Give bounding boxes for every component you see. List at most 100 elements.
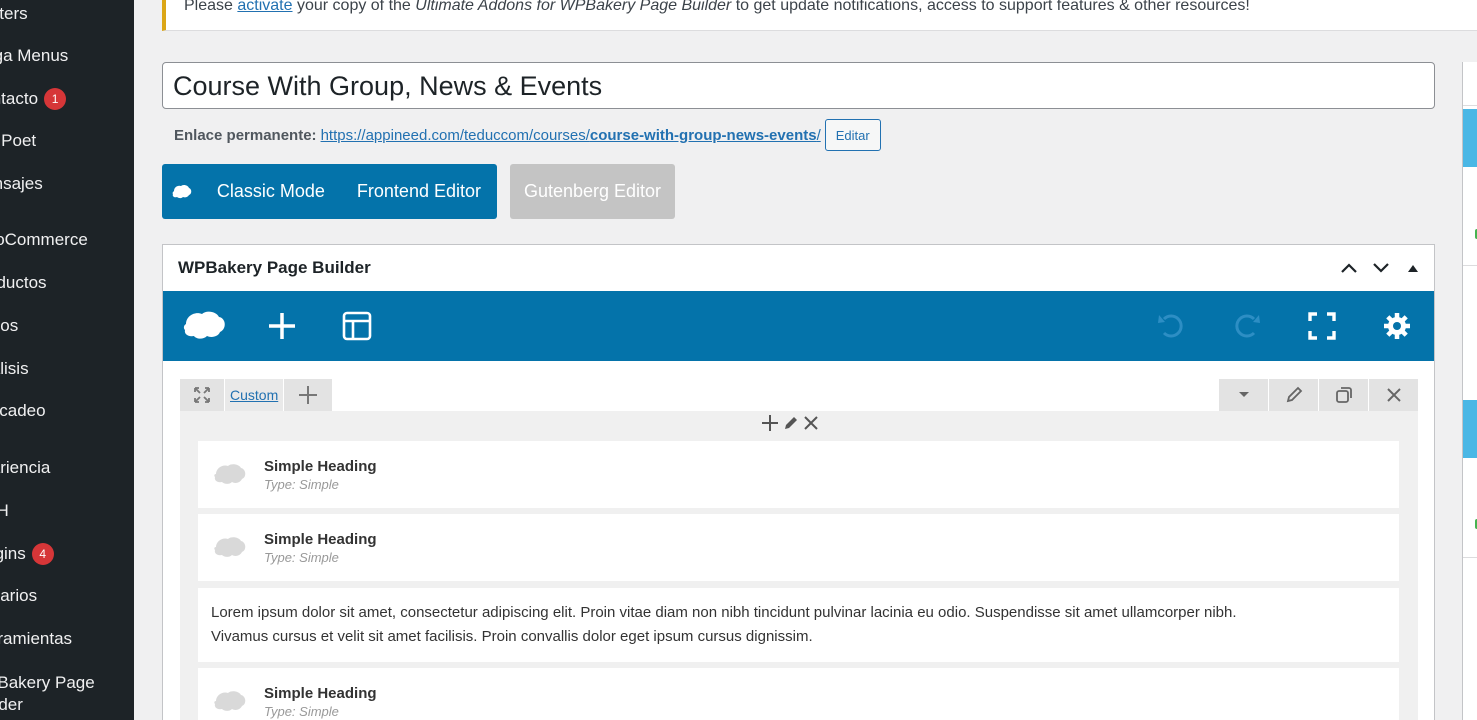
add-to-column-icon[interactable] — [760, 413, 780, 438]
add-element-icon[interactable] — [262, 306, 302, 346]
element-title: Simple Heading — [264, 530, 377, 548]
sidebar-item-mega-menus[interactable]: Mega Menus — [0, 46, 134, 66]
sidebar-item-label: Análisis — [0, 359, 29, 378]
gear-icon[interactable] — [1377, 306, 1417, 346]
element-subtitle: Type: Simple — [264, 549, 339, 565]
divider — [1463, 105, 1477, 106]
templates-icon[interactable] — [337, 306, 377, 346]
chevron-down-icon[interactable] — [1368, 255, 1394, 281]
sidebar-item-analisis[interactable]: Análisis — [0, 359, 134, 379]
drag-row-icon[interactable] — [180, 379, 224, 411]
sidebar-item-label: WPBakery Page Builder — [0, 673, 95, 714]
sidebar-item-label: Contacto — [0, 89, 39, 108]
sidebar-item-plugins[interactable]: Plugins 4 — [0, 543, 134, 565]
element-simple-heading[interactable]: Simple Heading Type: Simple — [198, 441, 1399, 508]
sidebar-item-pagos[interactable]: Pagos — [0, 316, 134, 336]
panel-title: WPBakery Page Builder — [178, 258, 371, 277]
divider — [1463, 265, 1477, 266]
element-subtitle: Type: Simple — [264, 476, 339, 492]
sidebar-item-usuarios[interactable]: Usuarios — [0, 586, 134, 606]
sidebar-item-label: Footers — [0, 4, 28, 23]
row-layout-custom[interactable]: Custom — [225, 379, 284, 411]
sidebar-item-label: Mercadeo — [0, 401, 46, 420]
element-title: Simple Heading — [264, 684, 377, 702]
admin-sidebar: Footers Mega Menus Contacto 1 MailPoet M… — [0, 0, 134, 720]
sidebar-item-label: WooCommerce — [0, 230, 88, 249]
activation-notice: Please activate your copy of the Ultimat… — [162, 0, 1477, 31]
chevron-up-icon[interactable] — [1336, 255, 1362, 281]
fullscreen-icon[interactable] — [1302, 306, 1342, 346]
element-simple-heading[interactable]: Simple Heading Type: Simple — [198, 668, 1399, 720]
collapse-triangle-icon[interactable] — [1400, 255, 1426, 281]
column-controls — [760, 414, 820, 436]
sidebar-item-label: Usuarios — [0, 586, 38, 605]
element-icon — [214, 536, 246, 557]
sidebar-highlight — [1463, 109, 1477, 167]
row-toggle-icon[interactable] — [1219, 379, 1268, 411]
row-layout-label: Custom — [230, 387, 279, 403]
notification-badge: 4 — [31, 543, 54, 565]
permalink-link[interactable]: https://appineed.com/teduccom/courses/co… — [321, 127, 821, 144]
sidebar-item-woocommerce[interactable]: WooCommerce — [0, 230, 134, 250]
editor-mode-group: Classic Mode Frontend Editor — [162, 164, 497, 219]
divider — [1463, 557, 1477, 558]
edit-permalink-button[interactable]: Editar — [824, 119, 881, 151]
sidebar-item-label: Mensajes — [0, 174, 43, 193]
panel-header: WPBakery Page Builder — [163, 245, 1434, 291]
permalink-label: Enlace permanente: — [174, 126, 317, 144]
notice-product: Ultimate Addons for WPBakery Page Builde… — [415, 0, 732, 14]
builder-canvas: Custom Simple Heading Type: Simple Simpl… — [163, 361, 1434, 720]
sidebar-item-mercadeo[interactable]: Mercadeo — [0, 401, 134, 421]
wpbakery-logo-icon[interactable] — [179, 306, 229, 346]
notice-suffix: to get update notifications, access to s… — [735, 0, 1250, 14]
row-controls-left: Custom — [180, 379, 333, 411]
text-block-line: Lorem ipsum dolor sit amet, consectetur … — [211, 604, 1237, 621]
permalink: Enlace permanente: https://appineed.com/… — [174, 119, 881, 151]
sidebar-item-label: MailPoet — [0, 131, 37, 150]
sidebar-item-footers[interactable]: Footers — [0, 4, 134, 24]
frontend-editor-button[interactable]: Frontend Editor — [341, 181, 497, 202]
element-icon — [214, 690, 246, 711]
sidebar-item-label: Apariencia — [0, 458, 51, 477]
sidebar-item-mailpoet[interactable]: MailPoet — [0, 131, 134, 151]
add-column-icon[interactable] — [284, 379, 333, 411]
sidebar-item-label: Plugins — [0, 544, 26, 563]
element-subtitle: Type: Simple — [264, 703, 339, 719]
classic-mode-button[interactable]: Classic Mode — [201, 181, 341, 202]
element-text-block[interactable]: Lorem ipsum dolor sit amet, consectetur … — [198, 588, 1399, 662]
notification-badge: 1 — [44, 88, 67, 110]
permalink-end: / — [816, 126, 821, 144]
permalink-slug: course-with-group-news-events — [589, 126, 817, 144]
column: Simple Heading Type: Simple Simple Headi… — [180, 411, 1418, 720]
sidebar-item-label: Productos — [0, 273, 47, 292]
sidebar-item-label: Pagos — [0, 316, 19, 335]
sidebar-item-mensajes[interactable]: Mensajes — [0, 174, 134, 194]
sidebar-item-label: Herramientas — [0, 629, 73, 648]
gutenberg-editor-button[interactable]: Gutenberg Editor — [510, 164, 675, 219]
notice-prefix: Please — [184, 0, 233, 14]
post-title-input[interactable]: Course With Group, News & Events — [162, 62, 1435, 109]
delete-row-icon[interactable] — [1369, 379, 1418, 411]
undo-icon[interactable] — [1151, 306, 1191, 346]
builder-toolbar — [163, 291, 1434, 361]
builder-row: Custom Simple Heading Type: Simple Simpl… — [180, 379, 1418, 720]
sidebar-item-contacto[interactable]: Contacto 1 — [0, 88, 134, 110]
sidebar-item-apariencia[interactable]: Apariencia — [0, 458, 134, 478]
delete-column-icon[interactable] — [802, 414, 820, 437]
element-title: Simple Heading — [264, 457, 377, 475]
sidebar-item-herramientas[interactable]: Herramientas — [0, 629, 134, 649]
wpbakery-logo-icon — [162, 184, 201, 200]
redo-icon[interactable] — [1227, 306, 1267, 346]
sidebar-highlight — [1463, 400, 1477, 458]
sidebar-item-productos[interactable]: Productos — [0, 273, 134, 293]
element-simple-heading[interactable]: Simple Heading Type: Simple — [198, 514, 1399, 581]
sidebar-item-label: YITH — [0, 501, 9, 520]
edit-row-icon[interactable] — [1269, 379, 1318, 411]
edit-column-icon[interactable] — [782, 414, 800, 437]
wpbakery-panel: WPBakery Page Builder Custom Simple Head… — [162, 244, 1435, 720]
clone-row-icon[interactable] — [1319, 379, 1368, 411]
sidebar-item-wpbakery[interactable]: WPBakery Page Builder — [0, 672, 134, 716]
activate-link[interactable]: activate — [237, 0, 292, 14]
sidebar-item-yith[interactable]: YITH — [0, 501, 134, 521]
notice-middle: your copy of the — [296, 0, 411, 14]
